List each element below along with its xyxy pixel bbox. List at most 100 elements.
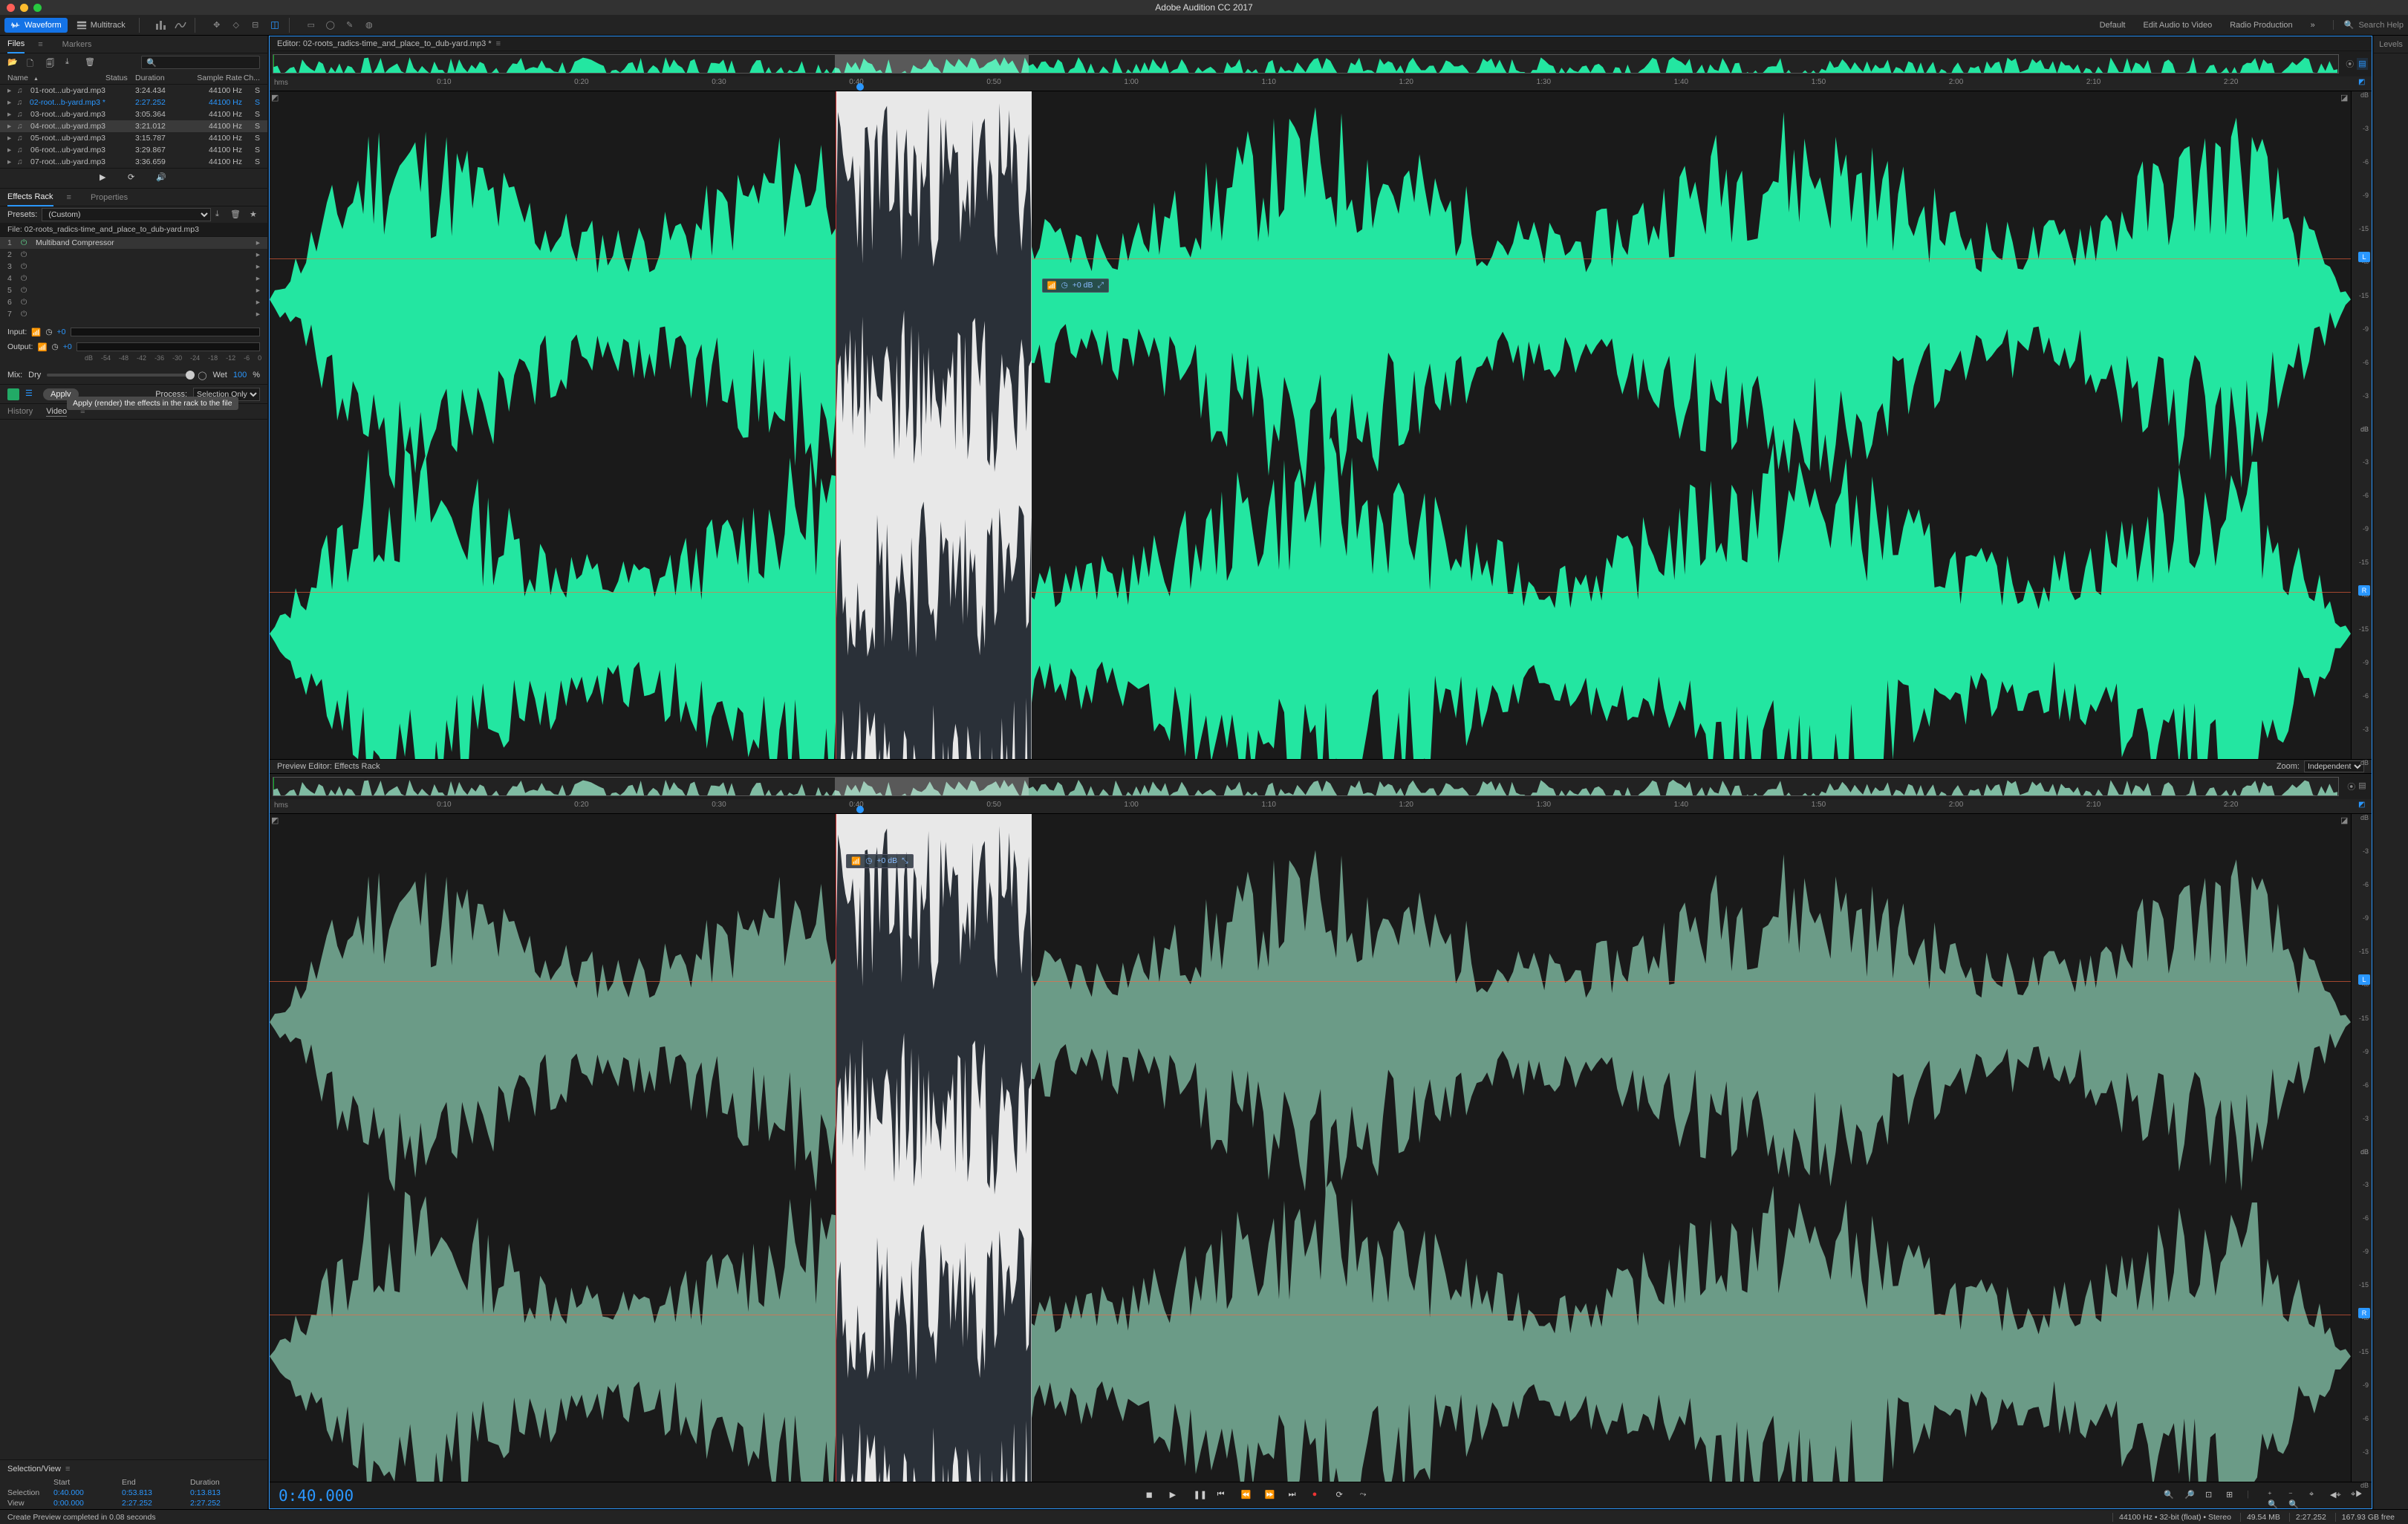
fx-slot[interactable]: 7⏻▸	[0, 308, 267, 320]
play-icon[interactable]: ▶	[100, 172, 111, 184]
hud-db-value[interactable]: +0 dB	[1073, 281, 1093, 290]
workspace-more[interactable]: »	[2311, 21, 2315, 30]
rewind-button[interactable]: ⏪	[1241, 1490, 1253, 1502]
knob-icon[interactable]: ◷	[1061, 281, 1068, 290]
files-column-header[interactable]: Name Status Duration Sample Rate Ch...	[0, 71, 267, 85]
sv-sel-start[interactable]: 0:40.000	[53, 1488, 113, 1497]
sv-view-start[interactable]: 0:00.000	[53, 1499, 113, 1508]
fx-slot[interactable]: 6⏻▸	[0, 296, 267, 308]
spectral-freq-toggle[interactable]	[154, 19, 168, 32]
open-file-icon[interactable]: 📂	[7, 57, 19, 68]
tab-effects-rack[interactable]: Effects Rack	[7, 189, 53, 206]
workspace-radio-production[interactable]: Radio Production	[2230, 21, 2292, 30]
slip-tool[interactable]: ⊟	[249, 19, 262, 32]
sv-view-dur[interactable]: 2:27.252	[190, 1499, 250, 1508]
zoom-full-icon[interactable]: ⊞	[2226, 1490, 2238, 1502]
favorite-icon[interactable]: ★	[250, 209, 260, 220]
time-ruler-main[interactable]: hms 0:100:200:300:400:501:001:101:201:30…	[270, 76, 2372, 91]
tab-video[interactable]: Video	[46, 407, 67, 417]
panel-menu-icon[interactable]: ≡	[65, 1465, 70, 1473]
knob-icon[interactable]: ◷	[865, 856, 872, 865]
zoom-in-time-icon[interactable]: ⁺🔍	[2268, 1490, 2280, 1502]
editor-tab-menu-icon[interactable]: ≡	[496, 39, 501, 48]
spectral-pitch-toggle[interactable]	[174, 19, 187, 32]
fx-list-icon[interactable]: ☰	[25, 388, 37, 400]
pin-icon[interactable]: ◩	[2358, 78, 2369, 88]
channels-toggle-icon[interactable]: ⦿	[2346, 58, 2354, 70]
fx-input-value[interactable]: +0	[57, 328, 66, 336]
files-panel-menu-icon[interactable]: ≡	[38, 40, 42, 49]
workspace-default[interactable]: Default	[2100, 21, 2126, 30]
zoom-selection-icon[interactable]: ⌖	[2309, 1490, 2321, 1502]
hud-db-value[interactable]: +0 dB	[876, 856, 897, 865]
window-zoom-button[interactable]	[33, 4, 42, 12]
fx-slot[interactable]: 1⏻Multiband Compressor▸	[0, 237, 267, 249]
file-row[interactable]: ▸♫06-root...ub-yard.mp33:29.86744100 HzS	[0, 144, 267, 156]
zoom-dropdown[interactable]: Independent	[2304, 761, 2364, 772]
razor-tool[interactable]: ◇	[230, 19, 243, 32]
file-row[interactable]: ▸♫01-root...ub-yard.mp33:24.43444100 HzS	[0, 85, 267, 97]
fx-panel-menu-icon[interactable]: ≡	[67, 193, 71, 202]
window-minimize-button[interactable]	[20, 4, 28, 12]
presets-dropdown[interactable]: (Custom)	[42, 208, 211, 221]
loop-button[interactable]: ⟳	[1336, 1490, 1348, 1502]
amplitude-scale-icon[interactable]: ▤	[2358, 781, 2366, 792]
stop-button[interactable]: ◼	[1146, 1490, 1158, 1502]
window-close-button[interactable]	[7, 4, 15, 12]
editor-tab-label[interactable]: Editor: 02-roots_radics-time_and_place_t…	[277, 39, 492, 48]
lasso-tool[interactable]: ◯	[324, 19, 337, 32]
file-row[interactable]: ▸♫07-root...ub-yard.mp33:36.65944100 HzS	[0, 156, 267, 168]
fx-slot[interactable]: 5⏻▸	[0, 284, 267, 296]
collapse-icon[interactable]: ⤡	[902, 856, 908, 866]
search-help[interactable]: 🔍 Search Help	[2333, 20, 2404, 30]
overview-waveform-preview[interactable]	[273, 777, 2339, 796]
skip-selection-button[interactable]: ⤳	[1360, 1490, 1372, 1502]
sv-view-end[interactable]: 2:27.252	[122, 1499, 181, 1508]
preview-waveform-display[interactable]: ◩ ◪ 📶 ◷ +0 dB ⤡	[270, 814, 2351, 1482]
multitrack-mode-button[interactable]: Multitrack	[71, 18, 131, 33]
zoom-sel-left-icon[interactable]: ◀⌖	[2330, 1490, 2342, 1502]
record-button[interactable]: ●	[1312, 1490, 1324, 1502]
waveform-mode-button[interactable]: Waveform	[4, 18, 68, 33]
play-button[interactable]: ▶	[1170, 1490, 1182, 1502]
zoom-sel-right-icon[interactable]: ⌖▶	[2351, 1490, 2363, 1502]
close-file-icon[interactable]: 🗑	[85, 57, 97, 68]
fx-slot[interactable]: 3⏻▸	[0, 261, 267, 273]
fx-slot[interactable]: 4⏻▸	[0, 273, 267, 284]
spot-heal-tool[interactable]: ◍	[362, 19, 376, 32]
file-row[interactable]: ▸♫05-root...ub-yard.mp33:15.78744100 HzS	[0, 132, 267, 144]
save-preset-icon[interactable]: ⤓	[215, 209, 226, 220]
new-multitrack-icon[interactable]: 🗐	[46, 57, 58, 68]
playhead-handle[interactable]	[856, 806, 864, 813]
zoom-out-amp-icon[interactable]: 🔎	[2184, 1490, 2196, 1502]
expand-icon[interactable]: ⤢	[1098, 281, 1104, 290]
tab-history[interactable]: History	[7, 407, 33, 416]
pin-icon[interactable]: ◩	[2358, 801, 2369, 811]
overview-waveform[interactable]	[273, 54, 2339, 74]
file-row[interactable]: ▸♫02-root...b-yard.mp3 *2:27.25244100 Hz…	[0, 97, 267, 108]
fx-slot[interactable]: 2⏻▸	[0, 249, 267, 261]
knob-icon[interactable]: ◷	[52, 342, 59, 351]
playhead-handle[interactable]	[856, 83, 864, 91]
main-waveform-display[interactable]: ◩ ◪ 📶 ◷ +0 dB ⤢	[270, 91, 2351, 759]
time-selection-tool[interactable]	[268, 19, 282, 32]
rewind-start-button[interactable]: ⏮	[1217, 1490, 1229, 1502]
tab-levels[interactable]: Levels	[2374, 36, 2408, 53]
tab-files[interactable]: Files	[7, 36, 25, 53]
fx-rack-power-button[interactable]	[7, 388, 19, 400]
file-row[interactable]: ▸♫04-root...ub-yard.mp33:21.01244100 HzS	[0, 120, 267, 132]
pause-button[interactable]: ❚❚	[1194, 1490, 1205, 1502]
knob-icon[interactable]: ◷	[45, 328, 52, 336]
workspace-edit-audio-video[interactable]: Edit Audio to Video	[2143, 21, 2212, 30]
mix-wet-value[interactable]: 100	[233, 371, 247, 380]
time-ruler-preview[interactable]: hms 0:100:200:300:400:501:001:101:201:30…	[270, 799, 2372, 814]
channels-toggle-icon[interactable]: ⦿	[2347, 781, 2355, 792]
marquee-tool[interactable]: ▭	[305, 19, 318, 32]
insert-icon[interactable]: ⤓	[65, 57, 77, 68]
forward-button[interactable]: ⏩	[1265, 1490, 1277, 1502]
mix-slider[interactable]	[47, 374, 192, 377]
forward-end-button[interactable]: ⏭	[1289, 1490, 1301, 1502]
delete-preset-icon[interactable]: 🗑	[230, 209, 241, 220]
mix-slider-knob[interactable]	[186, 371, 195, 380]
new-file-icon[interactable]: 🗋	[27, 57, 39, 68]
